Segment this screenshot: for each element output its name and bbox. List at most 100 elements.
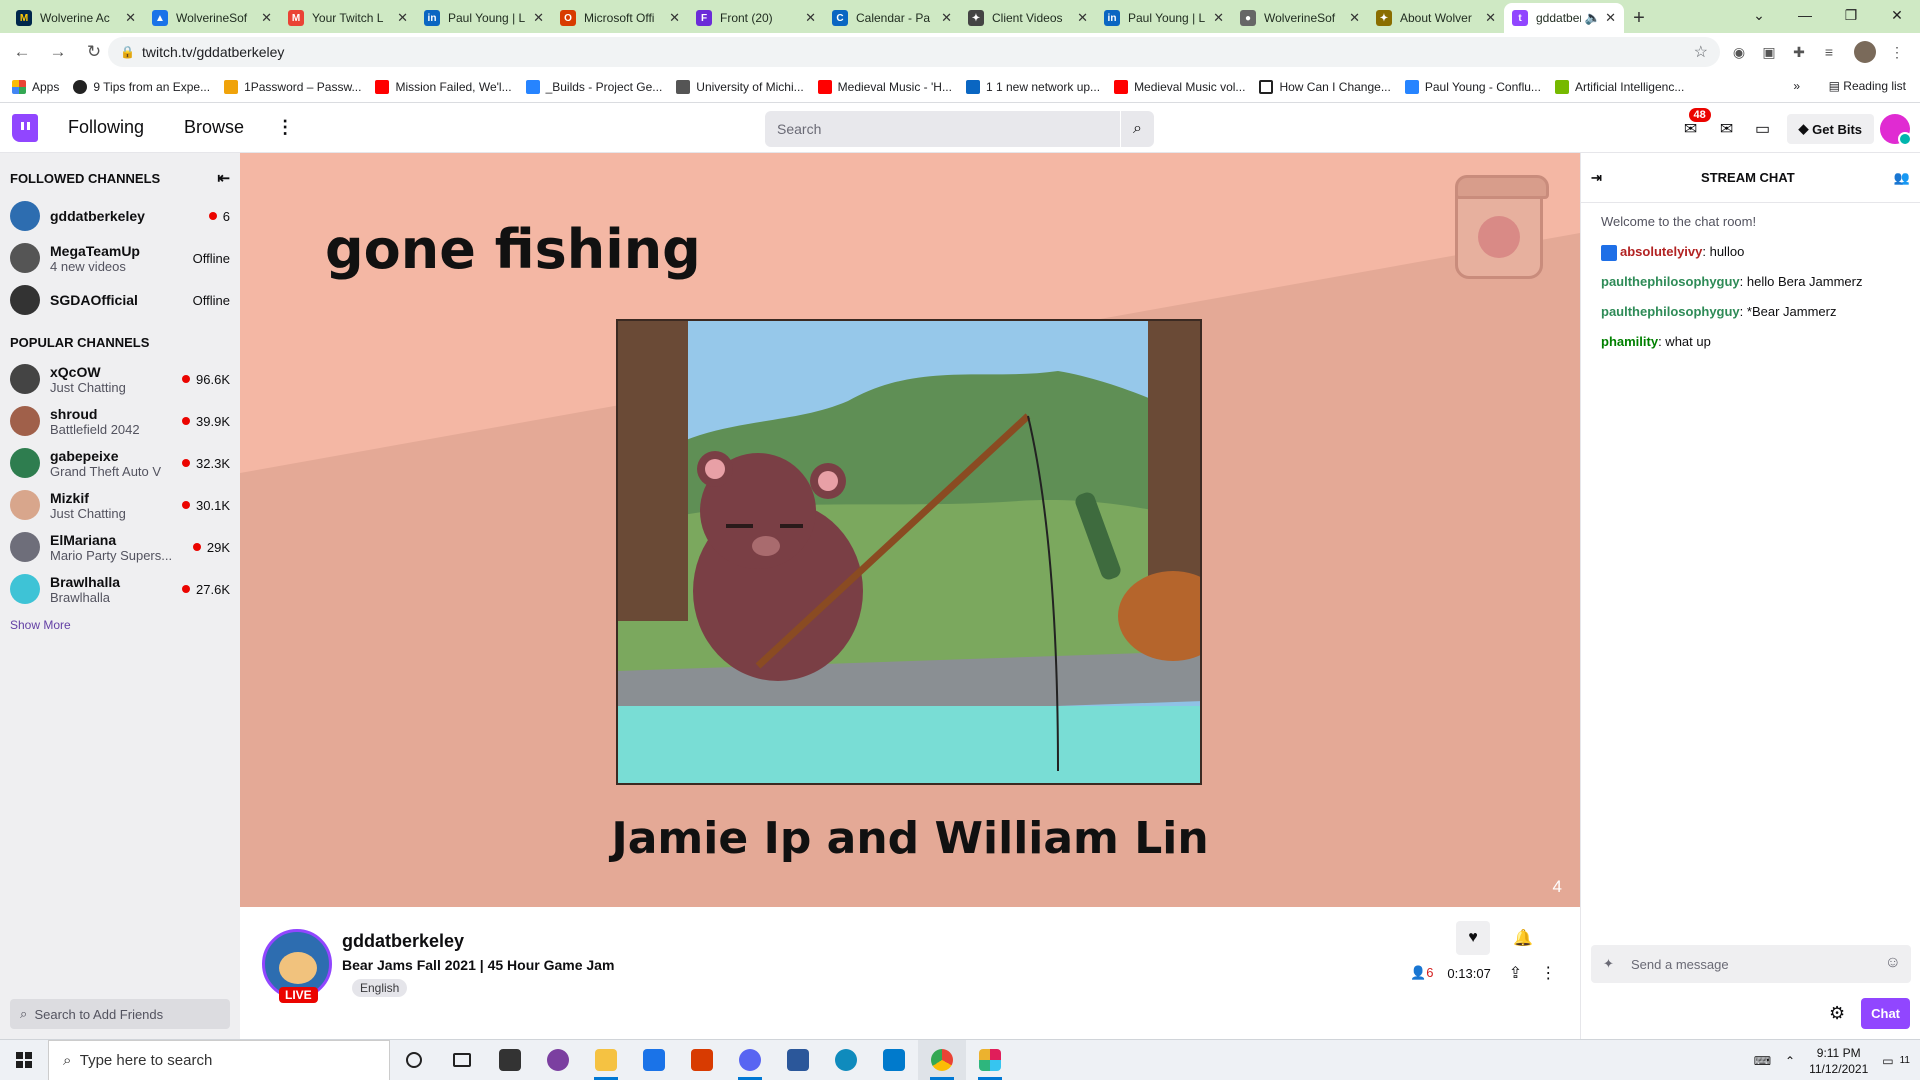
- lock-icon[interactable]: 🔒: [120, 45, 135, 59]
- chat-message-input[interactable]: ✦ Send a message ☺: [1591, 945, 1911, 983]
- browser-tab[interactable]: ▲ WolverineSof ✕: [144, 3, 280, 33]
- close-tab-icon[interactable]: ✕: [125, 10, 136, 26]
- start-button[interactable]: [0, 1040, 48, 1080]
- follow-heart-icon[interactable]: ♥: [1456, 921, 1490, 955]
- close-tab-icon[interactable]: ✕: [261, 10, 272, 26]
- get-bits-button[interactable]: ◆ Get Bits: [1786, 114, 1874, 144]
- user-avatar[interactable]: [1880, 114, 1912, 146]
- close-tab-icon[interactable]: ✕: [533, 10, 544, 26]
- action-center-icon[interactable]: ▭: [1882, 1054, 1893, 1068]
- github-icon[interactable]: [534, 1040, 582, 1080]
- bookmark-item[interactable]: _Builds - Project Ge...: [525, 79, 662, 94]
- bookmark-item[interactable]: Apps: [12, 79, 59, 94]
- popular-channel[interactable]: xQcOW Just Chatting 96.6K: [0, 358, 240, 400]
- back-icon[interactable]: ←: [8, 38, 36, 66]
- edge-icon[interactable]: [822, 1040, 870, 1080]
- search-icon[interactable]: ⌕: [1120, 111, 1154, 147]
- emote-icon[interactable]: ☺: [1885, 954, 1901, 972]
- cortana-icon[interactable]: [390, 1040, 438, 1080]
- more-options-icon[interactable]: ⋮: [276, 117, 294, 138]
- notifications-icon[interactable]: ✉ 48: [1673, 108, 1711, 147]
- chat-settings-icon[interactable]: ⚙: [1829, 1003, 1845, 1024]
- slack-icon[interactable]: [966, 1040, 1014, 1080]
- chrome-icon[interactable]: [918, 1039, 966, 1080]
- clock[interactable]: 9:11 PM 11/12/2021: [1809, 1045, 1868, 1077]
- bookmark-item[interactable]: University of Michi...: [676, 79, 804, 94]
- close-window-button[interactable]: ✕: [1874, 0, 1920, 30]
- popular-channel[interactable]: Mizkif Just Chatting 30.1K: [0, 484, 240, 526]
- bits-icon[interactable]: ✦: [1603, 956, 1614, 972]
- tray-chevron-icon[interactable]: ⌃: [1785, 1054, 1795, 1068]
- taskbar-search[interactable]: ⌕ Type here to search: [48, 1039, 390, 1080]
- bookmark-item[interactable]: Medieval Music vol...: [1114, 79, 1245, 94]
- followed-channel[interactable]: MegaTeamUp 4 new videos Offline: [0, 237, 240, 279]
- menu-icon[interactable]: ⋮: [1886, 41, 1908, 63]
- close-tab-icon[interactable]: ✕: [397, 10, 408, 26]
- close-tab-icon[interactable]: ✕: [1485, 10, 1496, 26]
- popular-channel[interactable]: gabepeixe Grand Theft Auto V 32.3K: [0, 442, 240, 484]
- bookmark-star-icon[interactable]: ☆: [1694, 42, 1708, 62]
- keyboard-icon[interactable]: ⌨: [1754, 1054, 1771, 1068]
- popular-channel[interactable]: Brawlhalla Brawlhalla 27.6K: [0, 568, 240, 610]
- task-view-icon[interactable]: [438, 1040, 486, 1080]
- new-tab-button[interactable]: +: [1624, 3, 1654, 33]
- minimize-button[interactable]: —: [1782, 0, 1828, 30]
- bookmark-item[interactable]: 1Password – Passw...: [224, 79, 361, 94]
- bookmark-item[interactable]: Medieval Music - 'H...: [817, 79, 952, 94]
- close-tab-icon[interactable]: ✕: [1349, 10, 1360, 26]
- whispers-icon[interactable]: ▭: [1745, 111, 1781, 147]
- store-icon[interactable]: [486, 1040, 534, 1080]
- collapse-sidebar-icon[interactable]: ⇤: [217, 169, 230, 187]
- reading-list-button[interactable]: ▤ Reading list: [1829, 79, 1906, 93]
- browser-tab[interactable]: O Microsoft Offi ✕: [552, 3, 688, 33]
- language-tag[interactable]: English: [352, 979, 408, 997]
- followed-channel[interactable]: SGDAOfficial Offline: [0, 279, 240, 321]
- mail-icon[interactable]: [630, 1040, 678, 1080]
- extension-icon[interactable]: ▣: [1758, 41, 1780, 63]
- bookmark-item[interactable]: Paul Young - Conflu...: [1404, 79, 1541, 94]
- nav-following[interactable]: Following: [68, 117, 144, 138]
- community-icon[interactable]: 👥: [1894, 170, 1910, 186]
- nav-browse[interactable]: Browse: [184, 117, 244, 138]
- collapse-chat-icon[interactable]: ⇥: [1591, 170, 1602, 186]
- browser-tab[interactable]: M Your Twitch L ✕: [280, 3, 416, 33]
- word-icon[interactable]: [774, 1040, 822, 1080]
- chat-send-button[interactable]: Chat: [1861, 998, 1910, 1029]
- channel-name[interactable]: gddatberkeley: [342, 931, 464, 952]
- bookmark-item[interactable]: 9 Tips from an Expe...: [73, 79, 210, 94]
- twitch-logo-icon[interactable]: [12, 113, 38, 142]
- bookmark-item[interactable]: How Can I Change...: [1259, 79, 1391, 94]
- bookmark-item[interactable]: Mission Failed, We'l...: [375, 79, 512, 94]
- chat-username[interactable]: phamility: [1601, 334, 1658, 349]
- more-options-icon[interactable]: ⋮: [1540, 963, 1556, 983]
- show-more-link[interactable]: Show More: [0, 610, 240, 640]
- search-input[interactable]: Search: [765, 111, 1123, 147]
- more-bookmarks-icon[interactable]: »: [1793, 79, 1800, 93]
- close-tab-icon[interactable]: ✕: [669, 10, 680, 26]
- notification-bell-icon[interactable]: 🔔: [1506, 921, 1540, 955]
- bookmark-item[interactable]: 1 1 new network up...: [965, 79, 1100, 94]
- reload-icon[interactable]: ↻: [80, 38, 108, 66]
- discord-icon[interactable]: [726, 1040, 774, 1080]
- popular-channel[interactable]: shroud Battlefield 2042 39.9K: [0, 400, 240, 442]
- close-tab-icon[interactable]: ✕: [1077, 10, 1088, 26]
- followed-channel[interactable]: gddatberkeley 6: [0, 195, 240, 237]
- maximize-button[interactable]: ❐: [1828, 0, 1874, 30]
- browser-tab[interactable]: in Paul Young | L ✕: [416, 3, 552, 33]
- share-icon[interactable]: ⇪: [1509, 963, 1522, 983]
- close-tab-icon[interactable]: ✕: [1605, 10, 1616, 26]
- chat-username[interactable]: paulthephilosophyguy: [1601, 304, 1740, 319]
- browser-tab[interactable]: ✦ About Wolver ✕: [1368, 3, 1504, 33]
- friends-search-input[interactable]: ⌕ Search to Add Friends: [10, 999, 230, 1029]
- office-icon[interactable]: [678, 1040, 726, 1080]
- popular-channel[interactable]: ElMariana Mario Party Supers... 29K: [0, 526, 240, 568]
- inbox-icon[interactable]: ✉: [1709, 111, 1745, 147]
- address-bar[interactable]: 🔒 twitch.tv/gddatberkeley ☆: [108, 37, 1720, 67]
- browser-tab[interactable]: in Paul Young | L ✕: [1096, 3, 1232, 33]
- bookmark-item[interactable]: Artificial Intelligenc...: [1554, 79, 1684, 94]
- media-icon[interactable]: ≡: [1818, 41, 1840, 63]
- browser-tab[interactable]: M Wolverine Ac ✕: [8, 3, 144, 33]
- puzzle-icon[interactable]: ✚: [1788, 41, 1810, 63]
- close-tab-icon[interactable]: ✕: [941, 10, 952, 26]
- close-tab-icon[interactable]: ✕: [805, 10, 816, 26]
